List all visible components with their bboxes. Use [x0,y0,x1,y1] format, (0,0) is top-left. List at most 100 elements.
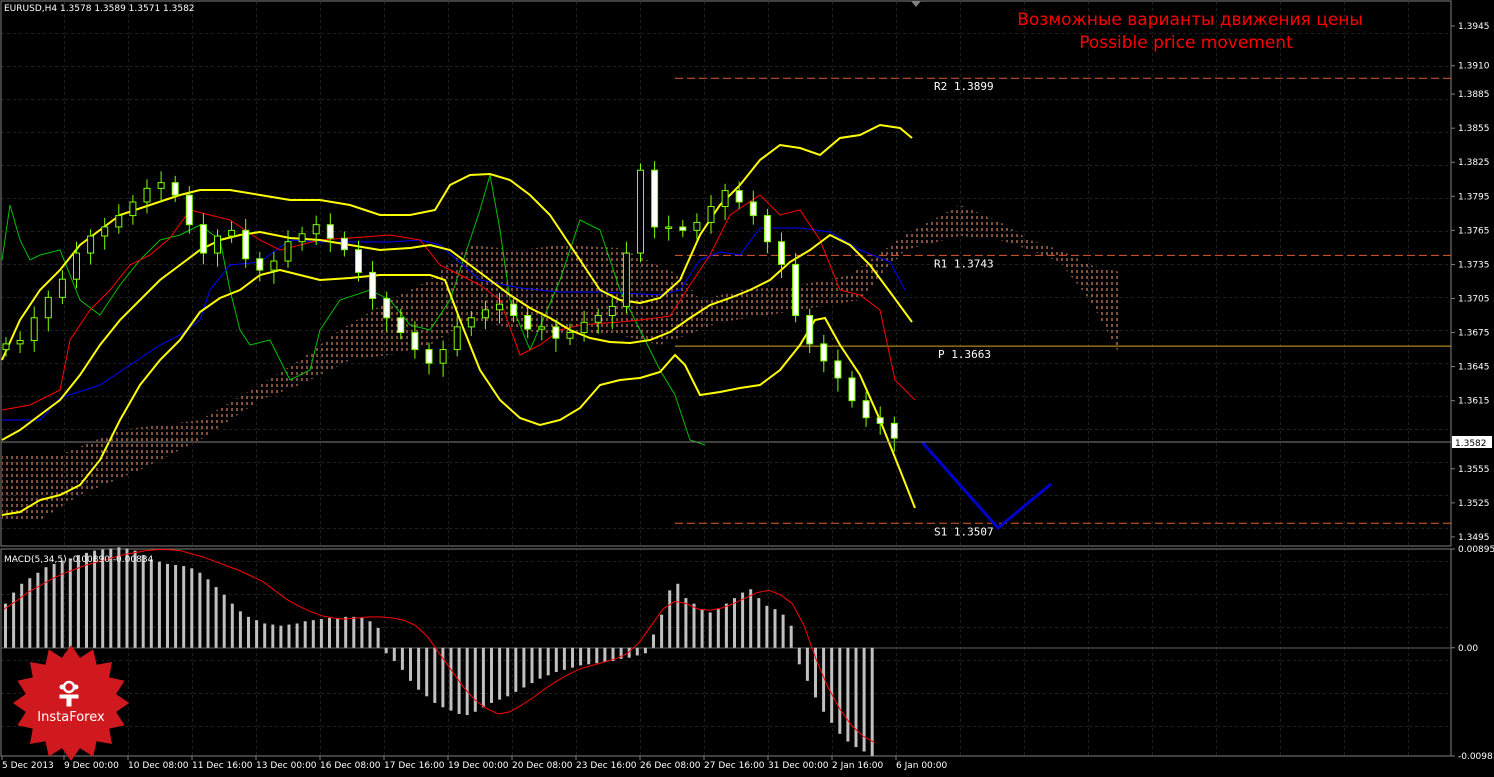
macd-bar [263,623,267,648]
main-panel [0,0,1452,547]
level-label-s1: S1 1.3507 [934,525,994,538]
instaforex-logo: InstaForex [13,645,129,761]
macd-bar [805,647,809,681]
macd-bar [409,647,412,681]
candle-body [58,278,66,298]
time-tick-label: 31 Dec 00:00 [768,761,829,771]
candle-body [157,182,165,189]
macd-bar [595,647,599,664]
candle-body [862,400,870,419]
macd-bar [481,647,485,708]
macd-bar [571,647,574,668]
macd-bar [149,559,153,648]
candle-body [467,317,475,328]
candle-body [439,349,447,364]
price-tick-label: 1.3645 [1458,363,1490,373]
candle-body [326,224,334,239]
macd-bar [773,609,777,648]
candle-body [129,201,137,217]
macd-bar [311,620,315,648]
macd-bar [392,647,396,661]
macd-bar [255,620,259,648]
macd-bar [336,617,340,648]
candle-body [876,417,884,424]
macd-bar [854,647,858,748]
macd-bar [238,611,242,648]
macd-bar [174,564,178,648]
macd-bar [498,647,502,700]
macd-bar [425,647,429,697]
price-tick-label: 1.3910 [1458,62,1490,72]
macd-bar [44,567,48,648]
candle-body [665,226,673,229]
macd-bar [319,619,323,648]
macd-bar [12,592,16,648]
candle-body [552,326,560,339]
macd-bar [279,625,283,648]
macd-bar [538,647,542,679]
macd-bar [741,592,745,648]
macd-bar [449,647,453,711]
candle-body [594,315,602,323]
macd-bar [724,603,728,648]
time-tick-label: 9 Dec 00:00 [64,761,119,771]
candle-body [496,303,503,311]
time-tick-label: 11 Dec 16:00 [192,761,253,771]
candle-body [580,321,588,334]
price-tick-label: 1.3615 [1458,397,1490,407]
macd-bar [376,627,380,648]
time-axis: 5 Dec 2013 9 Dec 00:00 10 Dec 08:00 11 Dec … [1,756,948,771]
annotation-title-ru: Возможные варианты движения цены [1017,10,1363,30]
annotation-title-en: Possible price movement [1079,33,1293,53]
macd-bar [166,563,169,648]
candle-body [256,258,264,271]
price-tick-label: 1.3675 [1458,329,1490,339]
chart-canvas[interactable]: R2 1.3899 R1 1.3743 P 1.3663 S1 1.3507 1.39… [0,0,1494,773]
macd-bar [700,609,704,648]
candle-body [792,263,800,317]
time-tick-label: 26 Dec 08:00 [640,761,701,771]
macd-bar [328,617,331,648]
macd-bar [708,612,712,648]
candle-body [524,315,532,330]
candle-body [707,206,715,223]
macd-bar [587,647,591,665]
time-tick-label: 16 Dec 08:00 [320,761,381,771]
macd-bar [28,578,32,648]
candle-body [214,235,221,254]
macd-bar [757,598,761,648]
time-tick-label: 23 Dec 16:00 [576,761,637,771]
macd-bar [473,647,477,712]
macd-bar [287,624,291,648]
candle-body [199,224,207,254]
macd-bar [190,568,194,648]
macd-bar [797,647,801,665]
macd-bar [85,552,88,648]
macd-bar [76,555,80,648]
time-tick-label: 17 Dec 16:00 [384,761,445,771]
macd-bar [716,609,720,648]
candle-body [481,309,489,319]
candle-body [637,169,644,254]
candle-body [890,422,898,439]
price-tick-label: 1.3825 [1458,158,1490,168]
level-label-r1: R1 1.3743 [934,257,994,270]
candle-body [143,187,151,203]
candle-body [749,201,757,217]
candle-body [778,241,785,265]
instaforex-logo-text: InstaForex [37,710,105,725]
candle-body [651,169,659,228]
macd-bar [400,647,404,670]
macd-bar [198,572,202,648]
chart-window[interactable]: R2 1.3899 R1 1.3743 P 1.3663 S1 1.3507 1.39… [0,0,1494,773]
macd-bar [157,561,161,648]
candle-body [73,252,80,280]
macd-bar [206,579,210,648]
macd-bar [870,647,874,756]
candle-body [735,190,743,203]
candle-body [510,303,518,317]
macd-bar [384,647,388,654]
candle-body [834,360,842,379]
macd-bar [749,589,753,648]
macd-bar [247,616,250,648]
